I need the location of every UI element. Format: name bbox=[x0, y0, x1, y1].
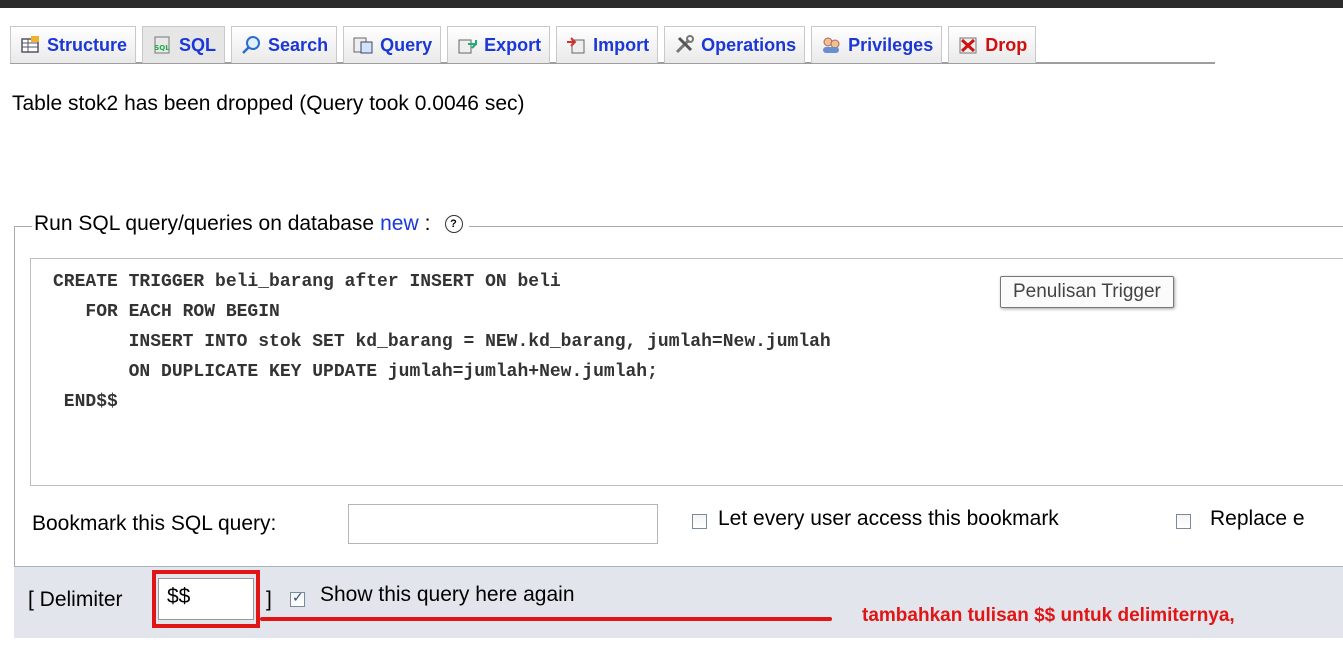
code-line: INSERT INTO stok SET kd_barang = NEW.kd_… bbox=[53, 332, 831, 352]
query-icon bbox=[353, 37, 373, 54]
replace-checkbox[interactable] bbox=[1176, 514, 1191, 529]
search-icon bbox=[242, 36, 261, 54]
tab-label: Operations bbox=[701, 34, 797, 55]
tab-bar: Structure SQL SQL Search Query Export Im… bbox=[10, 22, 1215, 64]
tab-drop[interactable]: Drop bbox=[948, 26, 1037, 63]
operations-icon bbox=[676, 35, 695, 54]
annotation-line bbox=[260, 617, 832, 621]
tab-structure[interactable]: Structure bbox=[10, 26, 137, 63]
bookmark-input[interactable] bbox=[348, 504, 658, 544]
legend-text: Run SQL query/queries on database bbox=[34, 212, 375, 235]
database-link[interactable]: new bbox=[380, 212, 419, 236]
every-user-label: Let every user access this bookmark bbox=[718, 507, 1059, 530]
export-icon bbox=[458, 39, 478, 54]
tab-export[interactable]: Export bbox=[447, 26, 551, 63]
code-line: ON DUPLICATE KEY UPDATE jumlah=jumlah+Ne… bbox=[53, 362, 658, 382]
tab-label: Import bbox=[593, 34, 650, 55]
tab-operations[interactable]: Operations bbox=[664, 26, 806, 63]
bookmark-label: Bookmark this SQL query: bbox=[32, 512, 277, 535]
help-icon[interactable]: ? bbox=[444, 215, 463, 233]
sql-legend: Run SQL query/queries on database new: ? bbox=[32, 212, 469, 236]
status-message: Table stok2 has been dropped (Query took… bbox=[12, 92, 525, 115]
tab-search[interactable]: Search bbox=[231, 26, 338, 63]
tab-label: Structure bbox=[47, 34, 128, 55]
tab-label: Query bbox=[380, 34, 433, 55]
tab-import[interactable]: Import bbox=[556, 26, 659, 63]
tab-sql[interactable]: SQL SQL bbox=[142, 26, 226, 63]
highlight-box bbox=[152, 570, 260, 628]
tooltip: Penulisan Trigger bbox=[1000, 276, 1174, 308]
tab-privileges[interactable]: Privileges bbox=[811, 26, 943, 63]
legend-colon: : bbox=[424, 212, 431, 235]
replace-label: Replace e bbox=[1210, 507, 1305, 530]
code-line: END$$ bbox=[53, 392, 118, 412]
delimiter-label: [ Delimiter bbox=[28, 588, 123, 611]
import-icon bbox=[567, 37, 585, 54]
tab-label: SQL bbox=[179, 34, 217, 55]
sql-icon: SQL bbox=[154, 36, 170, 54]
tab-label: Drop bbox=[985, 34, 1028, 55]
delimiter-close-bracket: ] bbox=[266, 588, 272, 611]
every-user-checkbox[interactable] bbox=[692, 514, 707, 529]
tab-label: Privileges bbox=[848, 34, 934, 55]
svg-text:SQL: SQL bbox=[154, 44, 170, 52]
tab-query[interactable]: Query bbox=[343, 26, 442, 63]
annotation-text: tambahkan tulisan $$ untuk delimiternya, bbox=[862, 605, 1235, 626]
show-query-label: Show this query here again bbox=[320, 583, 575, 606]
drop-icon bbox=[959, 37, 977, 54]
privileges-icon bbox=[823, 37, 840, 53]
show-query-checkbox[interactable] bbox=[290, 589, 305, 607]
top-border bbox=[0, 0, 1343, 8]
structure-icon bbox=[21, 36, 39, 53]
tab-label: Search bbox=[268, 34, 329, 55]
tab-label: Export bbox=[484, 34, 542, 55]
